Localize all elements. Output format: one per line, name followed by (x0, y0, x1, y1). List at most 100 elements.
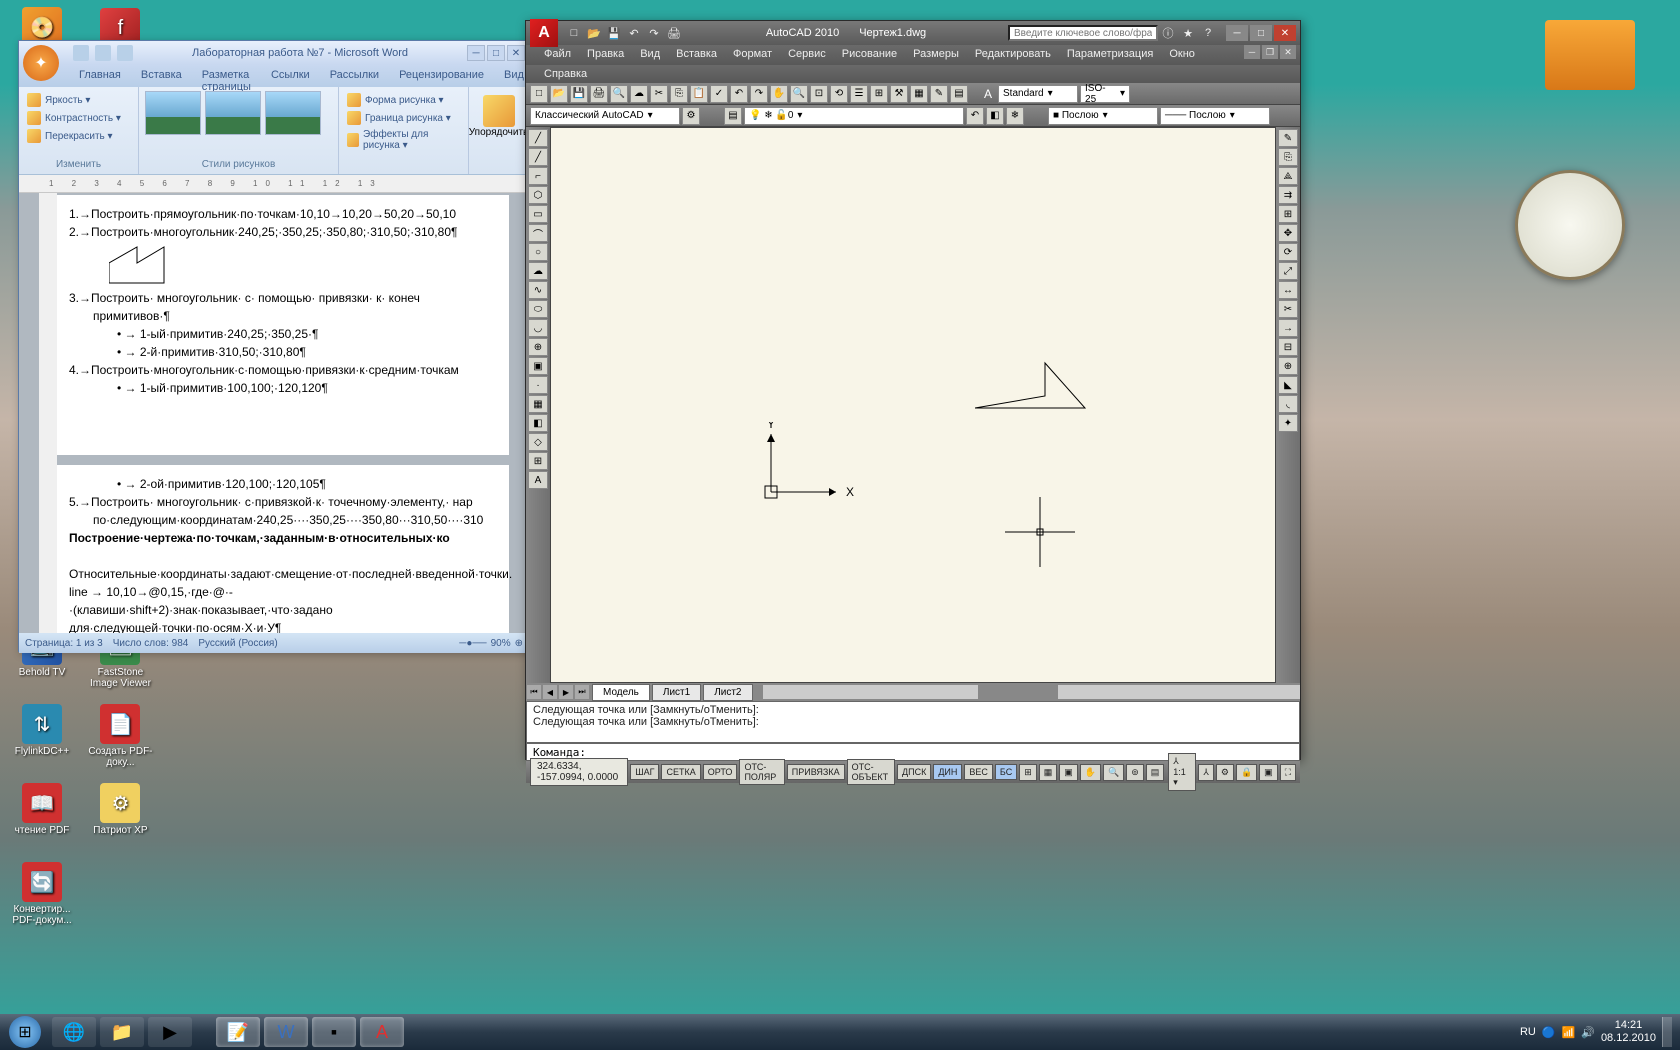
embedded-drawing[interactable] (109, 245, 194, 285)
xline-icon[interactable]: ╱ (528, 148, 548, 166)
drawing-canvas[interactable]: XY (550, 127, 1276, 683)
spline-icon[interactable]: ∿ (528, 281, 548, 299)
polygon-icon[interactable]: ⬡ (528, 186, 548, 204)
ws-switch-icon[interactable]: ⚙ (1216, 764, 1234, 781)
tb-redo-icon[interactable]: ↷ (750, 85, 768, 103)
maximize-button[interactable]: □ (1250, 25, 1272, 41)
menu-draw[interactable]: Рисование (834, 45, 905, 65)
lwt-toggle[interactable]: ВЕС (964, 764, 993, 780)
picture-style[interactable] (265, 91, 321, 135)
tb-tool-icon[interactable]: ⚒ (890, 85, 908, 103)
shape-button[interactable]: Форма рисунка ▾ (345, 91, 462, 109)
word-count[interactable]: Число слов: 984 (113, 638, 189, 649)
workspace-combo[interactable]: Классический AutoCAD (530, 107, 680, 125)
menu-edit[interactable]: Правка (579, 45, 632, 65)
layer-iso-icon[interactable]: ◧ (986, 107, 1004, 125)
tb-copy-icon[interactable]: ⎘ (670, 85, 688, 103)
menu-view[interactable]: Вид (632, 45, 668, 65)
tray-flag-icon[interactable]: 🔵 (1542, 1026, 1556, 1039)
tb-sheet-icon[interactable]: ▦ (910, 85, 928, 103)
anno-scale[interactable]: ⅄ 1:1 ▾ (1168, 753, 1196, 791)
open-icon[interactable]: 📂 (586, 25, 602, 41)
tb-dc-icon[interactable]: ⊞ (870, 85, 888, 103)
chamfer-icon[interactable]: ◣ (1278, 376, 1298, 394)
join-icon[interactable]: ⊕ (1278, 357, 1298, 375)
insert-icon[interactable]: ⊕ (528, 338, 548, 356)
erase-icon[interactable]: ✎ (1278, 129, 1298, 147)
star-icon[interactable]: ★ (1180, 25, 1196, 41)
region-icon[interactable]: ◇ (528, 433, 548, 451)
grid-toggle[interactable]: СЕТКА (661, 764, 700, 780)
doc-close-button[interactable]: ✕ (1280, 45, 1296, 59)
tab-layout2[interactable]: Лист2 (703, 684, 752, 701)
array-icon[interactable]: ⊞ (1278, 205, 1298, 223)
tray-volume-icon[interactable]: 🔊 (1581, 1026, 1595, 1039)
taskbar-cmd[interactable]: ▪ (312, 1017, 356, 1047)
menu-param[interactable]: Параметризация (1059, 45, 1161, 65)
desktop-icon[interactable]: ⇅FlylinkDC++ (7, 704, 77, 779)
info-icon[interactable]: ⓘ (1160, 25, 1176, 41)
anno-vis-icon[interactable]: ⅄ (1198, 764, 1214, 781)
rotate-icon[interactable]: ⟳ (1278, 243, 1298, 261)
fillet-icon[interactable]: ◟ (1278, 395, 1298, 413)
linetype-combo[interactable]: ─── Послою (1160, 107, 1270, 125)
taskbar-autocad[interactable]: A (360, 1017, 404, 1047)
desktop-icon[interactable]: 📖чтение PDF (7, 783, 77, 858)
layer-prev-icon[interactable]: ↶ (966, 107, 984, 125)
tb-markup-icon[interactable]: ✎ (930, 85, 948, 103)
office-button[interactable]: ✦ (23, 45, 59, 81)
layer-combo[interactable]: 💡 ❄ 🔓 0 (744, 107, 964, 125)
desktop-icon[interactable]: 📄Создать PDF-доку... (85, 704, 155, 779)
new-icon[interactable]: □ (566, 25, 582, 41)
tb-publish-icon[interactable]: ☁ (630, 85, 648, 103)
qat-redo-icon[interactable] (117, 45, 133, 61)
maximize-button[interactable]: □ (487, 45, 505, 61)
tb-zoom-icon[interactable]: 🔍 (790, 85, 808, 103)
calculator-gadget[interactable] (1545, 20, 1635, 90)
tab-mail[interactable]: Рассылки (320, 65, 389, 87)
ducs-toggle[interactable]: ДПСК (897, 764, 931, 780)
tb-paste-icon[interactable]: 📋 (690, 85, 708, 103)
contrast-button[interactable]: Контрастность ▾ (25, 109, 132, 127)
tab-layout[interactable]: Разметка страницы (192, 65, 261, 87)
hatch-icon[interactable]: ▦ (528, 395, 548, 413)
zoom-control[interactable]: ─●── 90% ⊕ (459, 638, 523, 649)
document-area[interactable]: 1.→Построить·прямоугольник·по·точкам·10,… (19, 193, 529, 633)
tb-match-icon[interactable]: ✓ (710, 85, 728, 103)
tab-prev-icon[interactable]: ◀ (543, 685, 557, 699)
page[interactable]: 1.→Построить·прямоугольник·по·точкам·10,… (49, 195, 509, 455)
tab-home[interactable]: Главная (69, 65, 131, 87)
brightness-button[interactable]: Яркость ▾ (25, 91, 132, 109)
toolbar-lock-icon[interactable]: 🔒 (1236, 764, 1257, 781)
coords-display[interactable]: 324.6334, -157.0994, 0.0000 (530, 758, 628, 786)
model-toggle[interactable]: ⊞ (1019, 764, 1037, 781)
tb-new-icon[interactable]: □ (530, 85, 548, 103)
help-icon[interactable]: ? (1200, 25, 1216, 41)
effects-button[interactable]: Эффекты для рисунка ▾ (345, 127, 462, 153)
undo-icon[interactable]: ↶ (626, 25, 642, 41)
start-button[interactable]: ⊞ (0, 1014, 50, 1050)
menu-window[interactable]: Окно (1161, 45, 1203, 65)
close-button[interactable]: ✕ (1274, 25, 1296, 41)
recolor-button[interactable]: Перекрасить ▾ (25, 127, 132, 145)
desktop-icon[interactable]: ⚙Патриот XP (85, 783, 155, 858)
polar-toggle[interactable]: ОТС-ПОЛЯР (739, 759, 784, 785)
tab-next-icon[interactable]: ▶ (559, 685, 573, 699)
tab-links[interactable]: Ссылки (261, 65, 320, 87)
taskbar-explorer-icon[interactable]: 📁 (100, 1017, 144, 1047)
qat-save-icon[interactable] (73, 45, 89, 61)
ellarc-icon[interactable]: ◡ (528, 319, 548, 337)
tb-undo-icon[interactable]: ↶ (730, 85, 748, 103)
snap-toggle[interactable]: ШАГ (630, 764, 659, 780)
wheel-icon[interactable]: ⊚ (1126, 764, 1144, 781)
menu-help[interactable]: Справка (536, 65, 595, 83)
picture-style[interactable] (145, 91, 201, 135)
doc-minimize-button[interactable]: ─ (1244, 45, 1260, 59)
pline-icon[interactable]: ⌐ (528, 167, 548, 185)
tab-layout1[interactable]: Лист1 (652, 684, 701, 701)
rect-icon[interactable]: ▭ (528, 205, 548, 223)
qview-layout-icon[interactable]: ▦ (1039, 764, 1058, 781)
table-icon[interactable]: ⊞ (528, 452, 548, 470)
ruler-horizontal[interactable]: 1 2 3 4 5 6 7 8 9 10 11 12 13 (19, 175, 529, 193)
search-input[interactable] (1008, 25, 1158, 41)
